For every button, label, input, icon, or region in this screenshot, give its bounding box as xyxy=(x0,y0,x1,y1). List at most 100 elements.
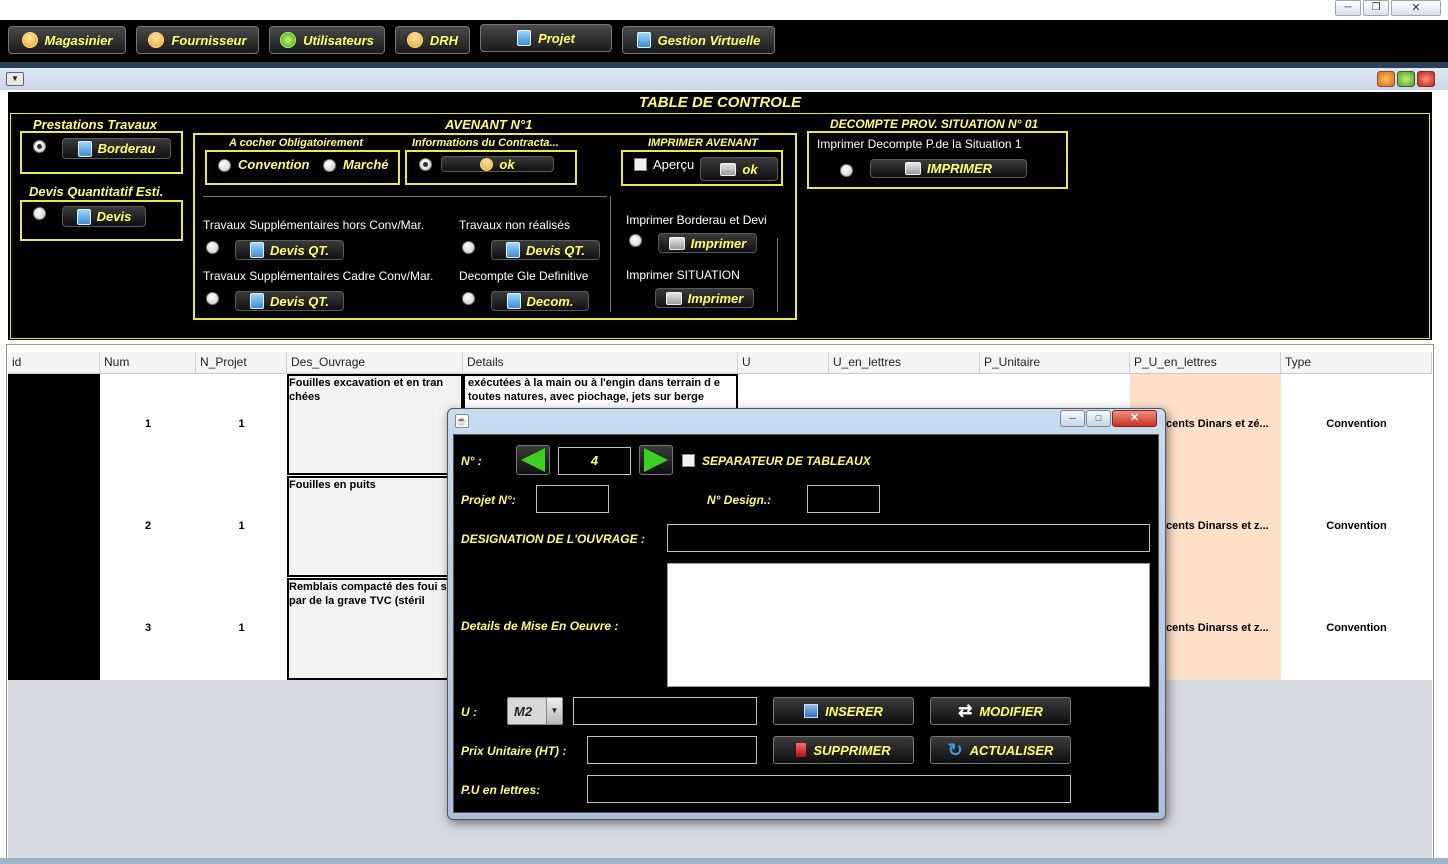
row3-type[interactable]: Convention xyxy=(1281,622,1432,634)
projet-button[interactable]: Projet xyxy=(480,24,612,52)
close-icon[interactable]: ✕ xyxy=(1391,0,1441,16)
col-header-p-unitaire[interactable]: P_Unitaire xyxy=(980,352,1130,374)
marche-radio[interactable] xyxy=(323,159,336,172)
pu-lettres-field[interactable] xyxy=(587,775,1071,803)
imp-bord-devi-btn-label: Imprimer xyxy=(690,235,747,251)
row1-pu-lettres[interactable]: cents Dinars et zé... xyxy=(1166,418,1280,430)
actualiser-label: ACTUALISER xyxy=(969,742,1054,758)
devis-button[interactable]: Devis xyxy=(62,206,146,227)
trav-supp-hors-button[interactable]: Devis QT. xyxy=(235,240,344,260)
utilisateurs-button[interactable]: Utilisateurs xyxy=(269,26,385,54)
utilisateurs-label: Utilisateurs xyxy=(303,32,374,48)
fournisseur-button[interactable]: Fournisseur xyxy=(136,26,259,54)
info-radio[interactable] xyxy=(419,158,432,171)
row1-n-projet[interactable]: 1 xyxy=(196,418,287,430)
trav-supp-cadre-button[interactable]: Devis QT. xyxy=(235,291,344,311)
u-label: U : xyxy=(461,705,477,719)
row3-num[interactable]: 3 xyxy=(100,622,196,634)
imp-situation-button[interactable]: Imprimer xyxy=(655,288,754,308)
imp-bord-devi-button[interactable]: Imprimer xyxy=(658,233,757,253)
row3-n-projet[interactable]: 1 xyxy=(196,622,287,634)
restore-icon[interactable]: ❐ xyxy=(1363,0,1389,16)
frame-minimize-icon[interactable] xyxy=(1377,71,1395,87)
inserer-button[interactable]: INSERER xyxy=(773,697,914,725)
drh-button[interactable]: DRH xyxy=(395,26,470,54)
imp-bord-devi-radio[interactable] xyxy=(629,234,642,247)
decompte-gle-button[interactable]: Decom. xyxy=(491,291,589,311)
prix-label: Prix Unitaire (HT) : xyxy=(461,744,567,758)
row2-num[interactable]: 2 xyxy=(100,520,196,532)
col-header-n-projet[interactable]: N_Projet xyxy=(196,352,287,374)
decompte-imprimer-button[interactable]: IMPRIMER xyxy=(870,159,1027,178)
document-icon xyxy=(517,30,532,46)
design-field[interactable] xyxy=(807,485,880,513)
modifier-button[interactable]: ⇄ MODIFIER xyxy=(930,697,1071,725)
chevron-down-icon: ▼ xyxy=(546,698,562,724)
drh-label: DRH xyxy=(429,32,459,48)
pu-lettres-label: P.U en lettres: xyxy=(461,783,541,797)
supprimer-button[interactable]: SUPPRIMER xyxy=(773,736,914,764)
arrow-left-icon xyxy=(521,448,545,472)
trav-non-realises-button[interactable]: Devis QT. xyxy=(491,240,600,260)
document-icon xyxy=(249,242,264,258)
borderau-button[interactable]: Borderau xyxy=(62,138,171,159)
col-header-u[interactable]: U xyxy=(738,352,829,374)
dialog-controls: ─ □ ✕ xyxy=(1060,410,1158,428)
projet-field[interactable] xyxy=(536,485,609,513)
imprimer-avenant-ok-button[interactable]: ok xyxy=(700,157,778,181)
row2-type[interactable]: Convention xyxy=(1281,520,1432,532)
col-header-des-ouvrage[interactable]: Des_Ouvrage xyxy=(287,352,463,374)
frame-controls xyxy=(1377,71,1439,87)
row1-type[interactable]: Convention xyxy=(1281,418,1432,430)
window-controls: ─ ❐ ✕ xyxy=(1335,0,1441,18)
col-header-p-u-en-lettres[interactable]: P_U_en_lettres xyxy=(1130,352,1281,374)
u-select[interactable]: M2 ▼ xyxy=(507,697,563,725)
decompte-radio[interactable] xyxy=(840,164,853,177)
col-header-num[interactable]: Num xyxy=(100,352,196,374)
magasinier-button[interactable]: Magasinier xyxy=(8,26,126,54)
row2-n-projet[interactable]: 1 xyxy=(196,520,287,532)
trav-supp-cadre-radio[interactable] xyxy=(206,292,219,305)
decompte-label: Imprimer Decompte P.de la Situation 1 xyxy=(817,137,1022,151)
trav-supp-hors-radio[interactable] xyxy=(206,241,219,254)
printer-icon xyxy=(720,162,737,176)
fournisseur-label: Fournisseur xyxy=(171,32,247,48)
designation-field[interactable] xyxy=(667,524,1150,552)
trav-non-realises-radio[interactable] xyxy=(462,241,475,254)
prix-field[interactable] xyxy=(587,736,757,764)
row1-num[interactable]: 1 xyxy=(100,418,196,430)
prev-arrow-button[interactable] xyxy=(516,445,550,475)
frame-menu-icon[interactable]: ▼ xyxy=(6,72,24,86)
row3-pu-lettres[interactable]: cents Dinarss et z... xyxy=(1166,622,1280,634)
devis-radio[interactable] xyxy=(33,207,46,220)
info-title: Informations du Contracta... xyxy=(412,137,559,149)
col-header-type[interactable]: Type xyxy=(1281,352,1432,374)
u-lettres-field[interactable] xyxy=(573,697,757,725)
frame-close-icon[interactable] xyxy=(1417,71,1435,87)
row1-des-ouvrage: Fouilles excavation et en tran chées xyxy=(289,377,444,403)
document-icon xyxy=(249,293,264,309)
gestion-virtuelle-button[interactable]: Gestion Virtuelle xyxy=(622,26,775,54)
frame-maximize-icon[interactable] xyxy=(1397,71,1415,87)
details-textarea[interactable] xyxy=(667,563,1150,687)
dialog-maximize-icon[interactable]: □ xyxy=(1086,410,1111,427)
next-arrow-button[interactable] xyxy=(639,445,673,475)
convention-radio[interactable] xyxy=(218,159,231,172)
document-icon xyxy=(76,208,91,225)
actualiser-button[interactable]: ↻ ACTUALISER xyxy=(930,736,1071,764)
decompte-gle-radio[interactable] xyxy=(462,292,475,305)
dialog-minimize-icon[interactable]: ─ xyxy=(1060,410,1085,427)
info-ok-button[interactable]: ok xyxy=(441,156,554,172)
prestations-radio[interactable] xyxy=(33,140,46,153)
user-icon xyxy=(406,32,423,48)
minimize-icon[interactable]: ─ xyxy=(1335,0,1361,16)
col-header-u-en-lettres[interactable]: U_en_lettres xyxy=(829,352,980,374)
col-header-details[interactable]: Details xyxy=(463,352,738,374)
col-header-id[interactable]: id xyxy=(8,352,100,374)
shirt-icon xyxy=(280,32,297,48)
apercu-checkbox[interactable] xyxy=(634,158,647,171)
separator-checkbox[interactable] xyxy=(682,454,695,467)
dialog-close-icon[interactable]: ✕ xyxy=(1112,410,1157,427)
save-icon xyxy=(804,704,819,718)
row2-pu-lettres[interactable]: cents Dinarss et z... xyxy=(1166,520,1280,532)
